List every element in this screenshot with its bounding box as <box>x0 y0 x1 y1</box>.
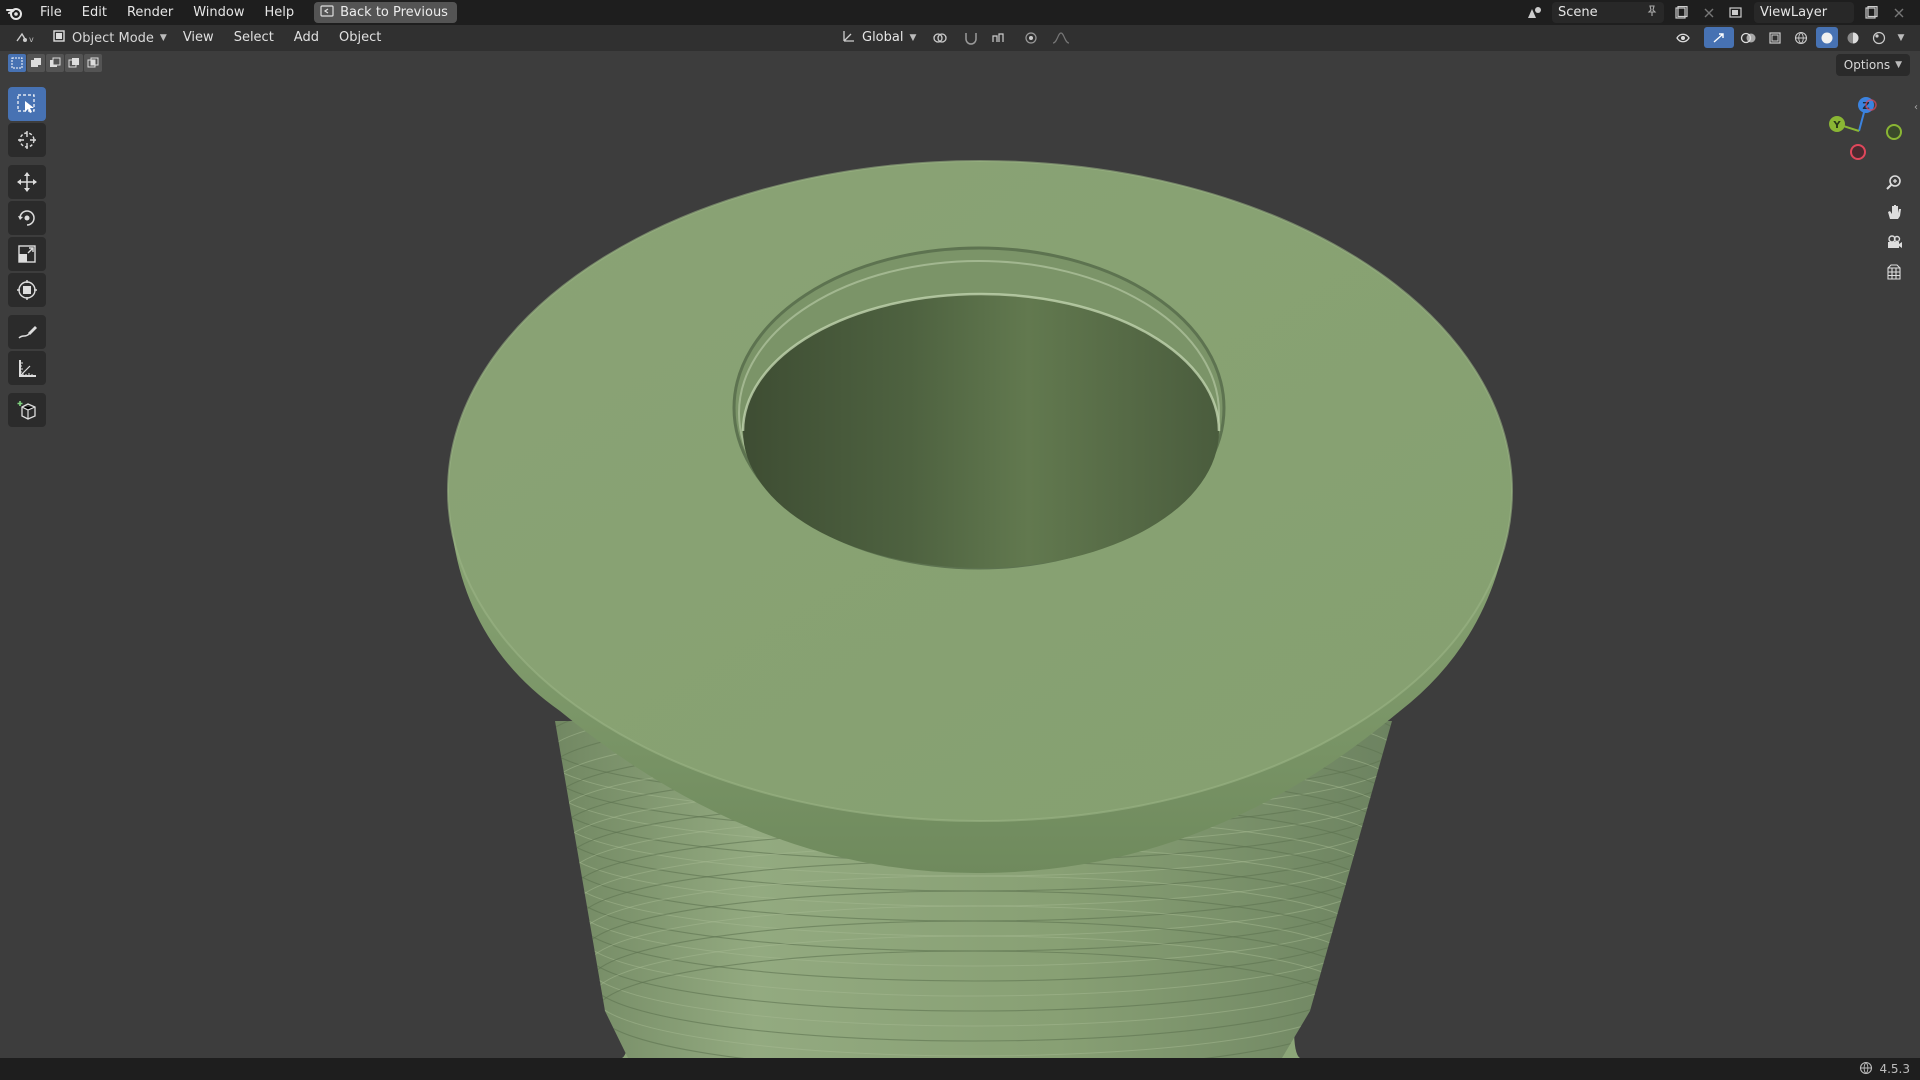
back-icon <box>320 4 334 21</box>
version-label: 4.5.3 <box>1879 1062 1910 1076</box>
view-layer-field[interactable]: ViewLayer <box>1754 2 1854 23</box>
3d-viewport[interactable] <box>0 51 1920 1058</box>
navigation-gizmo[interactable]: Z Y <box>1814 96 1904 166</box>
move-tool-icon[interactable] <box>8 165 46 199</box>
tool-shelf <box>8 86 48 428</box>
rendered-shading-icon[interactable] <box>1868 27 1890 48</box>
visibility-icon[interactable] <box>1670 27 1700 48</box>
menu-edit[interactable]: Edit <box>72 0 117 25</box>
wireframe-shading-icon[interactable] <box>1790 27 1812 48</box>
object-mode-dropdown[interactable]: Object Mode ▼ <box>46 28 173 49</box>
delete-scene-icon[interactable] <box>1698 2 1720 23</box>
back-to-previous-label: Back to Previous <box>340 5 448 20</box>
scene-name: Scene <box>1558 5 1598 20</box>
annotate-tool-icon[interactable] <box>8 315 46 349</box>
chevron-down-icon: ▼ <box>1895 60 1902 70</box>
select-invert-icon[interactable] <box>65 54 83 72</box>
menu-select[interactable]: Select <box>224 25 284 51</box>
transform-tools: Global ▼ <box>836 27 1076 48</box>
add-cube-tool-icon[interactable] <box>8 393 46 427</box>
shading-options-chevron-icon[interactable]: ▼ <box>1894 27 1908 48</box>
editor-type-icon[interactable]: v <box>10 28 40 49</box>
options-label: Options <box>1843 58 1891 72</box>
new-scene-icon[interactable] <box>1670 2 1692 23</box>
status-bar: 4.5.3 <box>0 1058 1920 1080</box>
menu-file[interactable]: File <box>30 0 72 25</box>
ortho-grid-icon[interactable] <box>1880 258 1908 286</box>
hole-interior <box>743 294 1219 568</box>
proportional-editing-icon[interactable] <box>1020 27 1042 48</box>
blender-logo-icon[interactable] <box>0 0 30 25</box>
selection-mode-buttons <box>8 54 102 72</box>
blender-window: File Edit Render Window Help Back to Pre… <box>0 0 1920 1080</box>
camera-view-icon[interactable] <box>1880 228 1908 256</box>
new-view-layer-icon[interactable] <box>1860 2 1882 23</box>
chevron-down-icon: ▼ <box>159 33 167 43</box>
network-globe-icon <box>1859 1061 1873 1078</box>
orientation-icon <box>842 29 856 47</box>
pan-hand-icon[interactable] <box>1880 198 1908 226</box>
scale-tool-icon[interactable] <box>8 237 46 271</box>
snap-target-icon[interactable] <box>986 27 1016 48</box>
neg-x-axis-icon[interactable] <box>1850 144 1866 160</box>
object-mode-label: Object Mode <box>72 30 154 46</box>
view-layer-selector-icon[interactable] <box>1726 2 1748 23</box>
svg-text:v: v <box>29 35 34 44</box>
top-menu-bar: File Edit Render Window Help Back to Pre… <box>0 0 1920 25</box>
viewport-display-tools: ▼ <box>1670 27 1908 48</box>
menu-view[interactable]: View <box>173 25 224 51</box>
transform-tool-icon[interactable] <box>8 273 46 307</box>
select-intersect-icon[interactable] <box>84 54 102 72</box>
menu-window[interactable]: Window <box>183 0 254 25</box>
viewport-header: v Object Mode ▼ View Select Add Object G… <box>0 25 1920 51</box>
select-new-icon[interactable] <box>8 54 26 72</box>
options-dropdown[interactable]: Options ▼ <box>1835 54 1910 76</box>
menu-object[interactable]: Object <box>329 25 391 51</box>
material-preview-icon[interactable] <box>1842 27 1864 48</box>
xray-icon[interactable] <box>1764 27 1786 48</box>
sidebar-toggle-icon[interactable]: ‹ <box>1914 102 1918 113</box>
scene-name-field[interactable]: Scene <box>1552 2 1664 23</box>
back-to-previous-button[interactable]: Back to Previous <box>314 2 457 23</box>
overlays-icon[interactable] <box>1738 27 1760 48</box>
menu-render[interactable]: Render <box>117 0 183 25</box>
transform-orientation-dropdown[interactable]: Global ▼ <box>836 27 922 48</box>
view-layer-name: ViewLayer <box>1760 5 1828 20</box>
top-right-controls: Scene ViewLayer <box>1524 2 1910 23</box>
menu-help[interactable]: Help <box>255 0 305 25</box>
select-extend-icon[interactable] <box>27 54 45 72</box>
menu-add[interactable]: Add <box>284 25 329 51</box>
pivot-point-icon[interactable] <box>926 27 956 48</box>
chevron-down-icon: ▼ <box>909 32 917 43</box>
select-box-tool-icon[interactable] <box>8 87 46 121</box>
object-mode-icon <box>52 29 66 47</box>
gizmo-toggle-icon[interactable] <box>1704 27 1734 48</box>
snap-icon[interactable] <box>960 27 982 48</box>
select-subtract-icon[interactable] <box>46 54 64 72</box>
pin-icon[interactable] <box>1646 4 1658 21</box>
cursor-tool-icon[interactable] <box>8 123 46 157</box>
delete-view-layer-icon[interactable] <box>1888 2 1910 23</box>
scene-selector-icon[interactable] <box>1524 2 1546 23</box>
falloff-icon[interactable] <box>1046 27 1076 48</box>
neg-y-axis-icon[interactable] <box>1886 124 1902 140</box>
solid-shading-icon[interactable] <box>1816 27 1838 48</box>
transform-orientation-label: Global <box>862 30 904 45</box>
y-axis-label: Y <box>1832 120 1841 131</box>
measure-tool-icon[interactable] <box>8 351 46 385</box>
rotate-tool-icon[interactable] <box>8 201 46 235</box>
zoom-icon[interactable] <box>1880 168 1908 196</box>
